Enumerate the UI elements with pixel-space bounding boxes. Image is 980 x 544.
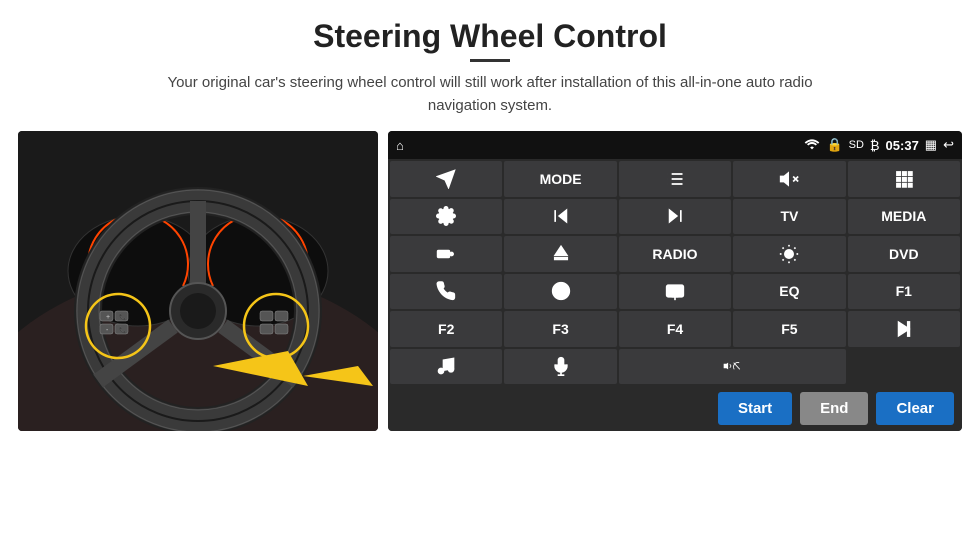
empty-cell <box>848 349 960 385</box>
home-icon[interactable]: ⌂ <box>396 138 404 153</box>
settings-button[interactable] <box>390 199 502 235</box>
svg-text:📞: 📞 <box>119 326 127 334</box>
status-bar: ⌂ 🔒 SD ₿ 05:37 ▦ ↩ <box>388 131 962 159</box>
phone-button[interactable] <box>390 274 502 310</box>
status-right: 🔒 SD ₿ 05:37 ▦ ↩ <box>804 137 954 153</box>
f4-button[interactable]: F4 <box>619 311 731 347</box>
bottom-buttons-area: Start End Clear <box>388 386 962 431</box>
bluetooth-icon: ₿ <box>870 138 880 153</box>
steering-wheel-image: + - 📞 📞 <box>18 131 378 431</box>
f2-button[interactable]: F2 <box>390 311 502 347</box>
title-divider <box>470 59 510 62</box>
svg-text:📞: 📞 <box>119 313 127 321</box>
play-pause-button[interactable] <box>848 311 960 347</box>
apps-button[interactable] <box>848 161 960 197</box>
f3-button[interactable]: F3 <box>504 311 616 347</box>
page-title: Steering Wheel Control <box>0 0 980 59</box>
subtitle: Your original car's steering wheel contr… <box>150 72 830 117</box>
lock-icon: 🔒 <box>826 137 842 153</box>
screen-mirror-button[interactable] <box>619 274 731 310</box>
360cam-button[interactable]: 360 <box>390 236 502 272</box>
list-button[interactable] <box>619 161 731 197</box>
menu-icon[interactable]: ▦ <box>925 137 937 153</box>
clear-button[interactable]: Clear <box>876 392 954 425</box>
mode-button[interactable]: MODE <box>504 161 616 197</box>
svg-text:+: + <box>106 314 110 321</box>
eq-button[interactable]: EQ <box>733 274 845 310</box>
dvd-button[interactable]: DVD <box>848 236 960 272</box>
svg-text:360: 360 <box>439 252 447 257</box>
time-display: 05:37 <box>886 138 919 153</box>
brightness-button[interactable] <box>733 236 845 272</box>
f5-button[interactable]: F5 <box>733 311 845 347</box>
nav-button[interactable] <box>504 274 616 310</box>
mic-button[interactable] <box>504 349 616 385</box>
status-left: ⌂ <box>396 138 404 153</box>
f1-button[interactable]: F1 <box>848 274 960 310</box>
media-button[interactable]: MEDIA <box>848 199 960 235</box>
next-button[interactable] <box>619 199 731 235</box>
music-button[interactable] <box>390 349 502 385</box>
wifi-icon <box>804 138 820 153</box>
eject-button[interactable] <box>504 236 616 272</box>
button-grid: MODE TV MEDIA 360 <box>388 159 962 386</box>
tv-button[interactable]: TV <box>733 199 845 235</box>
content-area: + - 📞 📞 ⌂ 🔒 <box>0 131 980 431</box>
android-panel: ⌂ 🔒 SD ₿ 05:37 ▦ ↩ MODE <box>388 131 962 431</box>
mute-button[interactable] <box>733 161 845 197</box>
radio-button[interactable]: RADIO <box>619 236 731 272</box>
prev-button[interactable] <box>504 199 616 235</box>
sd-icon: SD <box>849 139 864 151</box>
start-button[interactable]: Start <box>718 392 792 425</box>
back-icon[interactable]: ↩ <box>943 137 954 153</box>
volume-phone-button[interactable] <box>619 349 846 385</box>
end-button[interactable]: End <box>800 392 868 425</box>
send-button[interactable] <box>390 161 502 197</box>
